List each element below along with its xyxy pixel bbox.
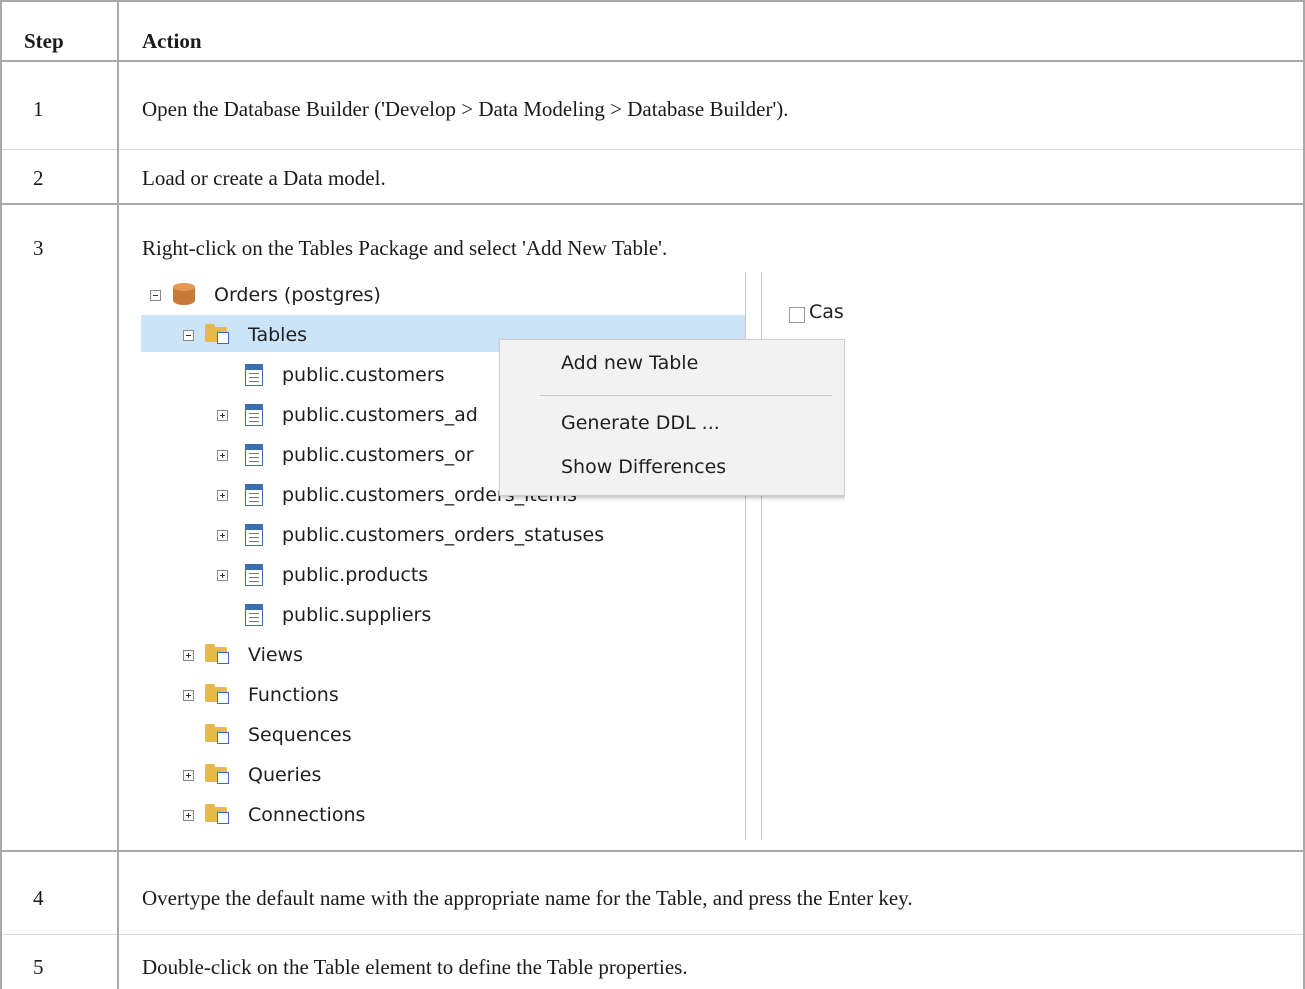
collapse-icon[interactable] bbox=[150, 290, 161, 301]
tree-item-label: public.customers_orders_statuses bbox=[282, 524, 605, 546]
header-action: Action bbox=[142, 29, 202, 53]
column-divider bbox=[117, 0, 119, 989]
collapse-icon[interactable] bbox=[183, 330, 194, 341]
tree-root-label: Orders (postgres) bbox=[214, 284, 381, 306]
step-number: 1 bbox=[33, 97, 44, 121]
step-number: 3 bbox=[33, 236, 44, 260]
tree-item-queries[interactable]: Queries bbox=[141, 757, 741, 793]
tree-item-functions[interactable]: Functions bbox=[141, 677, 741, 713]
expand-icon[interactable] bbox=[217, 570, 228, 581]
context-menu: Add new Table Generate DDL ... Show Diff… bbox=[499, 339, 845, 496]
tree-item-label: Tables bbox=[248, 324, 308, 346]
checkbox-label: Cas bbox=[809, 301, 844, 323]
step-number: 4 bbox=[33, 886, 44, 910]
expand-icon[interactable] bbox=[183, 810, 194, 821]
header-bottom-border bbox=[0, 60, 1305, 62]
menu-item-show-differences[interactable]: Show Differences bbox=[561, 456, 726, 478]
tree-item-label: public.customers_ad bbox=[282, 404, 478, 426]
expand-icon[interactable] bbox=[183, 770, 194, 781]
checkbox[interactable] bbox=[789, 307, 805, 323]
tables-folder-icon bbox=[205, 324, 231, 344]
table-top-border bbox=[0, 0, 1305, 2]
tree-item-label: public.customers bbox=[282, 364, 445, 386]
tree-item-table[interactable]: public.suppliers bbox=[141, 597, 741, 633]
functions-folder-icon bbox=[205, 684, 231, 704]
expand-icon[interactable] bbox=[217, 530, 228, 541]
table-icon bbox=[245, 404, 263, 426]
tree-item-table[interactable]: public.products bbox=[141, 557, 741, 593]
tree-item-table[interactable]: public.customers_orders_statuses bbox=[141, 517, 741, 553]
sequences-folder-icon bbox=[205, 724, 231, 744]
views-folder-icon bbox=[205, 644, 231, 664]
table-icon bbox=[245, 604, 263, 626]
step-action: Load or create a Data model. bbox=[142, 166, 386, 190]
expand-icon[interactable] bbox=[217, 410, 228, 421]
tree-item-label: Views bbox=[248, 644, 303, 666]
tree-item-sequences[interactable]: Sequences bbox=[141, 717, 741, 753]
header-step: Step bbox=[24, 29, 64, 53]
menu-separator bbox=[540, 395, 832, 396]
menu-item-add-new-table[interactable]: Add new Table bbox=[561, 352, 698, 374]
tree-item-views[interactable]: Views bbox=[141, 637, 741, 673]
step-number: 5 bbox=[33, 955, 44, 979]
row3-bottom-border bbox=[0, 850, 1305, 852]
step-action: Open the Database Builder ('Develop > Da… bbox=[142, 97, 789, 121]
row4-bottom-border bbox=[0, 934, 1305, 935]
step-action: Right-click on the Tables Package and se… bbox=[142, 236, 668, 260]
row1-bottom-border bbox=[0, 149, 1305, 150]
tree-item-label: Queries bbox=[248, 764, 322, 786]
tree-root[interactable]: Orders (postgres) bbox=[141, 277, 741, 313]
step-number: 2 bbox=[33, 166, 44, 190]
tree-item-connections[interactable]: Connections bbox=[141, 797, 741, 833]
tree-item-label: public.products bbox=[282, 564, 429, 586]
tree-item-label: Functions bbox=[248, 684, 339, 706]
tree-item-label: public.customers_or bbox=[282, 444, 474, 466]
queries-folder-icon bbox=[205, 764, 231, 784]
table-icon bbox=[245, 364, 263, 386]
menu-item-generate-ddl[interactable]: Generate DDL ... bbox=[561, 412, 720, 434]
expand-icon[interactable] bbox=[217, 490, 228, 501]
tree-item-label: Connections bbox=[248, 804, 366, 826]
table-icon bbox=[245, 564, 263, 586]
tree-item-label: public.suppliers bbox=[282, 604, 432, 626]
table-icon bbox=[245, 524, 263, 546]
database-builder-screenshot: Cas Orders (postgres) Tables public.cust… bbox=[141, 272, 845, 840]
table-left-border bbox=[0, 0, 2, 989]
table-icon bbox=[245, 484, 263, 506]
step-action: Overtype the default name with the appro… bbox=[142, 886, 913, 910]
expand-icon[interactable] bbox=[183, 690, 194, 701]
expand-icon[interactable] bbox=[183, 650, 194, 661]
database-icon bbox=[173, 283, 195, 307]
row2-bottom-border bbox=[0, 203, 1305, 205]
step-action: Double-click on the Table element to def… bbox=[142, 955, 688, 979]
expand-icon[interactable] bbox=[217, 450, 228, 461]
tree-item-label: Sequences bbox=[248, 724, 352, 746]
table-icon bbox=[245, 444, 263, 466]
connections-folder-icon bbox=[205, 804, 231, 824]
